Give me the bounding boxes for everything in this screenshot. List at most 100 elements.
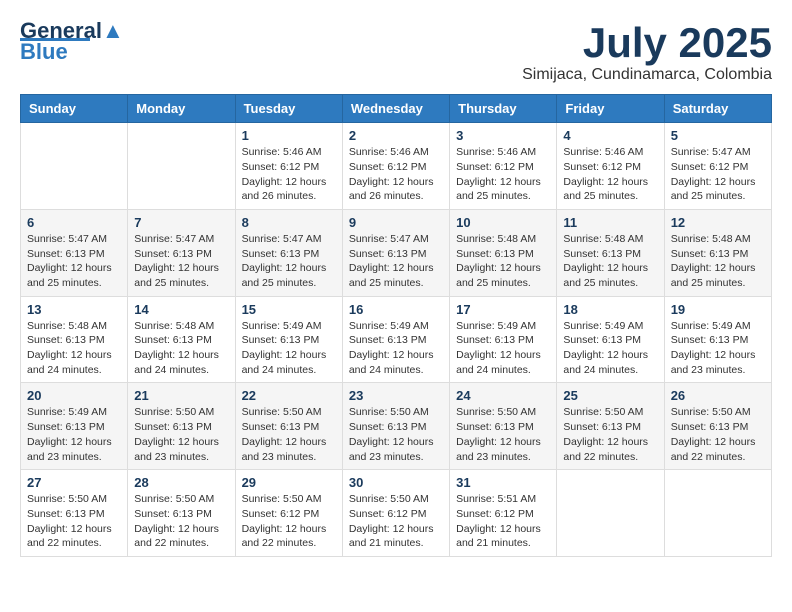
day-number: 21 <box>134 388 228 403</box>
day-info: Sunrise: 5:49 AM Sunset: 6:13 PM Dayligh… <box>242 319 336 378</box>
calendar-cell-5-1: 27Sunrise: 5:50 AM Sunset: 6:13 PM Dayli… <box>21 470 128 557</box>
day-info: Sunrise: 5:50 AM Sunset: 6:13 PM Dayligh… <box>349 405 443 464</box>
calendar-cell-4-5: 24 Sunrise: 5:50 AM Sunset: 6:13 PM Dayli… <box>450 383 557 470</box>
day-number: 12 <box>671 215 765 230</box>
day-number: 8 <box>242 215 336 230</box>
col-saturday: Saturday <box>664 95 771 123</box>
day-number: 30 <box>349 475 443 490</box>
calendar-cell-1-7: 5 Sunrise: 5:47 AM Sunset: 6:12 PM Daylig… <box>664 123 771 210</box>
page-header: General▲ Blue July 2025 Simijaca, Cundin… <box>20 20 772 84</box>
day-info: Sunrise: 5:48 AM Sunset: 6:13 PM Dayligh… <box>134 319 228 378</box>
calendar-week-4: 20 Sunrise: 5:49 AM Sunset: 6:13 PM Dayli… <box>21 383 772 470</box>
calendar-cell-3-1: 13 Sunrise: 5:48 AM Sunset: 6:13 PM Dayli… <box>21 296 128 383</box>
location-subtitle: Simijaca, Cundinamarca, Colombia <box>522 66 772 84</box>
col-friday: Friday <box>557 95 664 123</box>
day-number: 2 <box>349 128 443 143</box>
day-info: Sunrise: 5:49 AM Sunset: 6:13 PM Dayligh… <box>671 319 765 378</box>
day-number: 31 <box>456 475 550 490</box>
day-number: 6 <box>27 215 121 230</box>
calendar-cell-5-6 <box>557 470 664 557</box>
day-number: 18 <box>563 302 657 317</box>
day-number: 3 <box>456 128 550 143</box>
day-info: Sunrise: 5:49 AM Sunset: 6:13 PM Dayligh… <box>456 319 550 378</box>
day-info: Sunrise: 5:49 AM Sunset: 6:13 PM Dayligh… <box>563 319 657 378</box>
col-thursday: Thursday <box>450 95 557 123</box>
calendar-cell-4-6: 25 Sunrise: 5:50 AM Sunset: 6:13 PM Dayli… <box>557 383 664 470</box>
day-number: 5 <box>671 128 765 143</box>
day-number: 7 <box>134 215 228 230</box>
calendar-cell-1-3: 1Sunrise: 5:46 AM Sunset: 6:12 PM Daylig… <box>235 123 342 210</box>
day-number: 10 <box>456 215 550 230</box>
day-info: Sunrise: 5:48 AM Sunset: 6:13 PM Dayligh… <box>456 232 550 291</box>
day-number: 13 <box>27 302 121 317</box>
calendar-cell-5-2: 28Sunrise: 5:50 AM Sunset: 6:13 PM Dayli… <box>128 470 235 557</box>
day-number: 29 <box>242 475 336 490</box>
title-block: July 2025 Simijaca, Cundinamarca, Colomb… <box>522 20 772 84</box>
calendar-cell-5-4: 30Sunrise: 5:50 AM Sunset: 6:12 PM Dayli… <box>342 470 449 557</box>
calendar-week-1: 1Sunrise: 5:46 AM Sunset: 6:12 PM Daylig… <box>21 123 772 210</box>
calendar-cell-5-7 <box>664 470 771 557</box>
day-info: Sunrise: 5:48 AM Sunset: 6:13 PM Dayligh… <box>27 319 121 378</box>
col-sunday: Sunday <box>21 95 128 123</box>
day-info: Sunrise: 5:48 AM Sunset: 6:13 PM Dayligh… <box>671 232 765 291</box>
day-number: 26 <box>671 388 765 403</box>
day-number: 4 <box>563 128 657 143</box>
day-info: Sunrise: 5:49 AM Sunset: 6:13 PM Dayligh… <box>27 405 121 464</box>
calendar-cell-5-5: 31 Sunrise: 5:51 AM Sunset: 6:12 PM Dayli… <box>450 470 557 557</box>
calendar-cell-2-6: 11Sunrise: 5:48 AM Sunset: 6:13 PM Dayli… <box>557 209 664 296</box>
logo-blue: Blue <box>20 39 68 65</box>
day-number: 24 <box>456 388 550 403</box>
day-number: 9 <box>349 215 443 230</box>
day-info: Sunrise: 5:50 AM Sunset: 6:13 PM Dayligh… <box>134 405 228 464</box>
calendar-cell-2-4: 9 Sunrise: 5:47 AM Sunset: 6:13 PM Daylig… <box>342 209 449 296</box>
calendar-header-row: Sunday Monday Tuesday Wednesday Thursday… <box>21 95 772 123</box>
day-info: Sunrise: 5:50 AM Sunset: 6:13 PM Dayligh… <box>27 492 121 551</box>
day-info: Sunrise: 5:50 AM Sunset: 6:12 PM Dayligh… <box>242 492 336 551</box>
day-info: Sunrise: 5:50 AM Sunset: 6:13 PM Dayligh… <box>563 405 657 464</box>
day-info: Sunrise: 5:47 AM Sunset: 6:12 PM Dayligh… <box>671 145 765 204</box>
day-number: 19 <box>671 302 765 317</box>
calendar-cell-4-2: 21 Sunrise: 5:50 AM Sunset: 6:13 PM Dayli… <box>128 383 235 470</box>
calendar-cell-1-6: 4 Sunrise: 5:46 AM Sunset: 6:12 PM Daylig… <box>557 123 664 210</box>
calendar-cell-3-2: 14Sunrise: 5:48 AM Sunset: 6:13 PM Dayli… <box>128 296 235 383</box>
calendar-cell-4-3: 22 Sunrise: 5:50 AM Sunset: 6:13 PM Dayli… <box>235 383 342 470</box>
day-info: Sunrise: 5:47 AM Sunset: 6:13 PM Dayligh… <box>242 232 336 291</box>
calendar-cell-4-4: 23 Sunrise: 5:50 AM Sunset: 6:13 PM Dayli… <box>342 383 449 470</box>
day-info: Sunrise: 5:50 AM Sunset: 6:13 PM Dayligh… <box>671 405 765 464</box>
day-info: Sunrise: 5:48 AM Sunset: 6:13 PM Dayligh… <box>563 232 657 291</box>
calendar-cell-2-1: 6 Sunrise: 5:47 AM Sunset: 6:13 PM Daylig… <box>21 209 128 296</box>
calendar-cell-3-4: 16 Sunrise: 5:49 AM Sunset: 6:13 PM Dayli… <box>342 296 449 383</box>
calendar-cell-3-5: 17 Sunrise: 5:49 AM Sunset: 6:13 PM Dayli… <box>450 296 557 383</box>
day-number: 25 <box>563 388 657 403</box>
day-number: 15 <box>242 302 336 317</box>
col-wednesday: Wednesday <box>342 95 449 123</box>
col-monday: Monday <box>128 95 235 123</box>
day-number: 23 <box>349 388 443 403</box>
calendar-cell-2-7: 12 Sunrise: 5:48 AM Sunset: 6:13 PM Dayli… <box>664 209 771 296</box>
calendar-cell-2-2: 7 Sunrise: 5:47 AM Sunset: 6:13 PM Daylig… <box>128 209 235 296</box>
day-number: 22 <box>242 388 336 403</box>
logo: General▲ Blue <box>20 20 124 65</box>
calendar-cell-2-3: 8 Sunrise: 5:47 AM Sunset: 6:13 PM Daylig… <box>235 209 342 296</box>
col-tuesday: Tuesday <box>235 95 342 123</box>
calendar-cell-1-4: 2Sunrise: 5:46 AM Sunset: 6:12 PM Daylig… <box>342 123 449 210</box>
calendar-cell-3-6: 18 Sunrise: 5:49 AM Sunset: 6:13 PM Dayli… <box>557 296 664 383</box>
day-info: Sunrise: 5:50 AM Sunset: 6:13 PM Dayligh… <box>456 405 550 464</box>
day-info: Sunrise: 5:47 AM Sunset: 6:13 PM Dayligh… <box>349 232 443 291</box>
day-info: Sunrise: 5:46 AM Sunset: 6:12 PM Dayligh… <box>563 145 657 204</box>
calendar-cell-3-7: 19 Sunrise: 5:49 AM Sunset: 6:13 PM Dayli… <box>664 296 771 383</box>
day-info: Sunrise: 5:50 AM Sunset: 6:13 PM Dayligh… <box>242 405 336 464</box>
day-info: Sunrise: 5:46 AM Sunset: 6:12 PM Dayligh… <box>456 145 550 204</box>
day-info: Sunrise: 5:49 AM Sunset: 6:13 PM Dayligh… <box>349 319 443 378</box>
day-number: 16 <box>349 302 443 317</box>
day-info: Sunrise: 5:46 AM Sunset: 6:12 PM Dayligh… <box>242 145 336 204</box>
calendar-week-2: 6 Sunrise: 5:47 AM Sunset: 6:13 PM Daylig… <box>21 209 772 296</box>
day-info: Sunrise: 5:47 AM Sunset: 6:13 PM Dayligh… <box>134 232 228 291</box>
calendar-cell-3-3: 15 Sunrise: 5:49 AM Sunset: 6:13 PM Dayli… <box>235 296 342 383</box>
day-info: Sunrise: 5:51 AM Sunset: 6:12 PM Dayligh… <box>456 492 550 551</box>
day-info: Sunrise: 5:47 AM Sunset: 6:13 PM Dayligh… <box>27 232 121 291</box>
day-number: 20 <box>27 388 121 403</box>
calendar-cell-4-1: 20 Sunrise: 5:49 AM Sunset: 6:13 PM Dayli… <box>21 383 128 470</box>
month-year-title: July 2025 <box>522 20 772 66</box>
day-number: 17 <box>456 302 550 317</box>
